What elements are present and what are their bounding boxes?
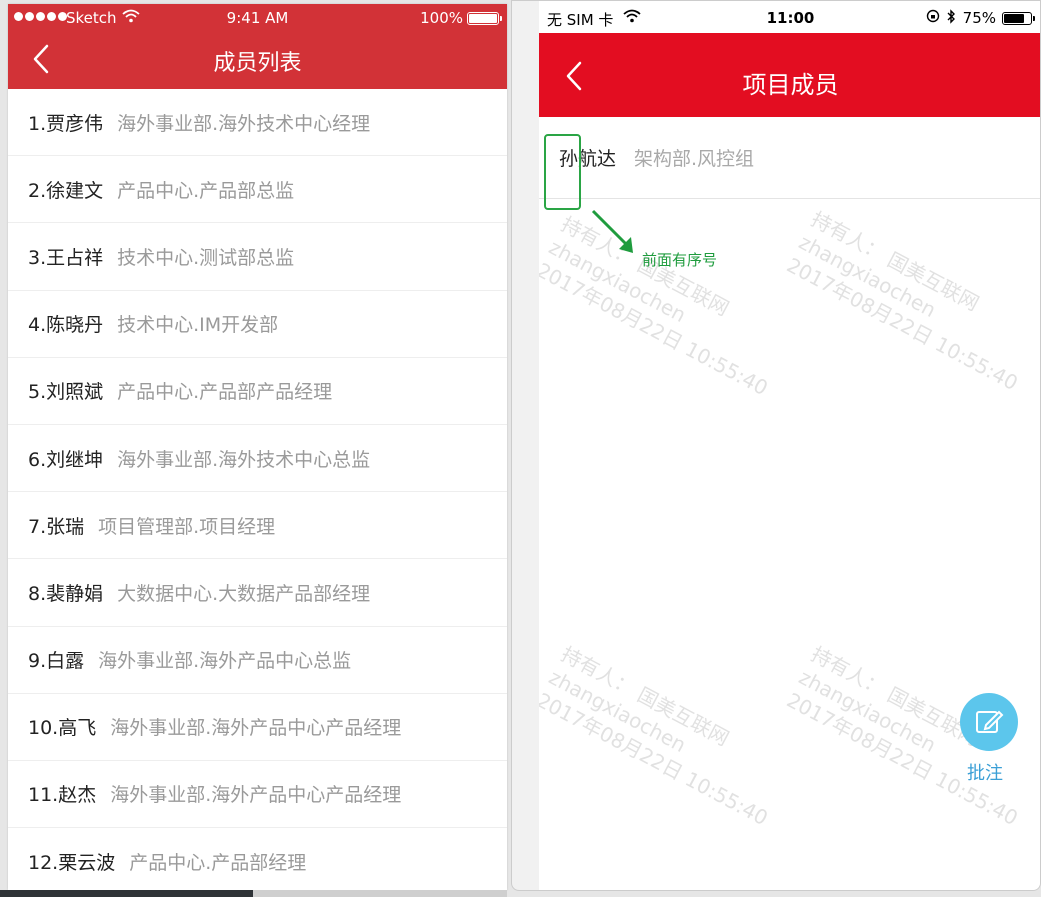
list-item[interactable]: 孙航达 架构部.风控组: [539, 117, 1040, 199]
member-dept: 海外事业部.海外技术中心经理: [117, 112, 371, 135]
taskbar-strip: [0, 890, 253, 897]
rotation-lock-icon: [926, 9, 940, 27]
annotation-arrow-icon: [589, 207, 641, 263]
annotate-label[interactable]: 批注: [967, 759, 1003, 785]
status-bar: 无 SIM 卡 11:00 75%: [539, 1, 1040, 33]
member-dept: 项目管理部.项目经理: [98, 515, 276, 538]
watermark: 持有人： 国美互联网 zhangxiaochen 2017年08月22日 10:…: [539, 641, 797, 831]
member-name: 3.王占祥: [28, 246, 104, 269]
battery-percent: 100%: [420, 9, 463, 27]
member-name: 10.高飞: [28, 717, 97, 740]
list-item[interactable]: 5.刘照斌 产品中心.产品部产品经理: [8, 358, 507, 425]
member-dept: 架构部.风控组: [634, 148, 755, 170]
list-item[interactable]: 10.高飞 海外事业部.海外产品中心产品经理: [8, 694, 507, 761]
member-name: 8.裴静娟: [28, 582, 104, 605]
right-device-frame: 无 SIM 卡 11:00 75% 项目成员 孙航达 架构部.风控组 持有人： …: [511, 0, 1041, 891]
list-item[interactable]: 1.贾彦伟 海外事业部.海外技术中心经理: [8, 89, 507, 157]
annotation-text: 前面有序号: [642, 251, 718, 269]
member-name: 9.白露: [28, 650, 85, 673]
member-list: 1.贾彦伟 海外事业部.海外技术中心经理 2.徐建文 产品中心.产品部总监 3.王占…: [8, 89, 507, 890]
list-item[interactable]: 12.栗云波 产品中心.产品部经理: [8, 828, 507, 890]
battery-icon: [467, 12, 502, 25]
nav-bar: 成员列表: [8, 31, 507, 89]
member-name: 5.刘照斌: [28, 381, 104, 404]
right-phone-screen: 无 SIM 卡 11:00 75% 项目成员 孙航达 架构部.风控组 持有人： …: [539, 1, 1040, 890]
member-name: 7.张瑞: [28, 515, 85, 538]
watermark-line: 持有人： 国美互联网: [807, 206, 984, 316]
list-item[interactable]: 6.刘继坤 海外事业部.海外技术中心总监: [8, 425, 507, 493]
member-dept: 海外事业部.海外产品中心总监: [98, 650, 352, 673]
member-dept: 海外事业部.海外技术中心总监: [117, 448, 371, 471]
list-item[interactable]: 8.裴静娟 大数据中心.大数据产品部经理: [8, 559, 507, 627]
member-name: 1.贾彦伟: [28, 112, 104, 135]
status-bar: Sketch 9:41 AM 100%: [8, 4, 507, 31]
battery-icon: [1002, 12, 1035, 25]
list-item[interactable]: 3.王占祥 技术中心.测试部总监: [8, 223, 507, 291]
page-title: 成员列表: [213, 51, 302, 76]
member-name: 11.赵杰: [28, 784, 97, 807]
member-dept: 海外事业部.海外产品中心产品经理: [110, 717, 402, 740]
page-title: 项目成员: [742, 71, 839, 99]
member-name: 12.栗云波: [28, 851, 116, 874]
member-name: 4.陈晓丹: [28, 314, 104, 337]
watermark-line: 持有人： 国美互联网: [557, 641, 734, 751]
member-dept: 产品中心.产品部产品经理: [117, 381, 333, 404]
member-dept: 产品中心.产品部经理: [129, 851, 307, 874]
list-item[interactable]: 9.白露 海外事业部.海外产品中心总监: [8, 627, 507, 694]
list-item[interactable]: 2.徐建文 产品中心.产品部总监: [8, 156, 507, 224]
bluetooth-icon: [946, 9, 956, 28]
watermark: 持有人： 国美互联网 zhangxiaochen 2017年08月22日 10:…: [539, 211, 797, 401]
annotate-button[interactable]: [960, 693, 1018, 751]
list-item[interactable]: 7.张瑞 项目管理部.项目经理: [8, 492, 507, 560]
member-name: 6.刘继坤: [28, 448, 104, 471]
member-dept: 海外事业部.海外产品中心产品经理: [110, 784, 402, 807]
list-item[interactable]: 4.陈晓丹 技术中心.IM开发部: [8, 291, 507, 358]
watermark: 持有人： 国美互联网 zhangxiaochen 2017年08月22日 10:…: [782, 206, 1040, 396]
canvas: Sketch 9:41 AM 100% 成员列表 1.贾彦伟 海外事业部.海外技术…: [0, 0, 1041, 897]
watermark-line: 2017年08月22日 10:55:40: [539, 687, 772, 831]
member-dept: 大数据中心.大数据产品部经理: [117, 582, 371, 605]
watermark-line: zhangxiaochen: [545, 664, 690, 758]
edit-icon: [976, 710, 1004, 733]
watermark-line: 2017年08月22日 10:55:40: [782, 252, 1022, 396]
left-phone-screen: Sketch 9:41 AM 100% 成员列表 1.贾彦伟 海外事业部.海外技术…: [8, 4, 507, 890]
battery-percent: 75%: [962, 9, 996, 27]
annotation-highlight-box: [544, 134, 581, 210]
member-dept: 技术中心.测试部总监: [117, 246, 295, 269]
taskbar-strip-right: [253, 890, 507, 897]
watermark-line: 2017年08月22日 10:55:40: [539, 257, 772, 401]
nav-bar: 项目成员: [539, 33, 1040, 117]
member-name: 2.徐建文: [28, 179, 104, 202]
member-dept: 产品中心.产品部总监: [117, 179, 295, 202]
watermark-line: zhangxiaochen: [795, 229, 940, 323]
list-item[interactable]: 11.赵杰 海外事业部.海外产品中心产品经理: [8, 761, 507, 829]
member-dept: 技术中心.IM开发部: [117, 314, 279, 337]
